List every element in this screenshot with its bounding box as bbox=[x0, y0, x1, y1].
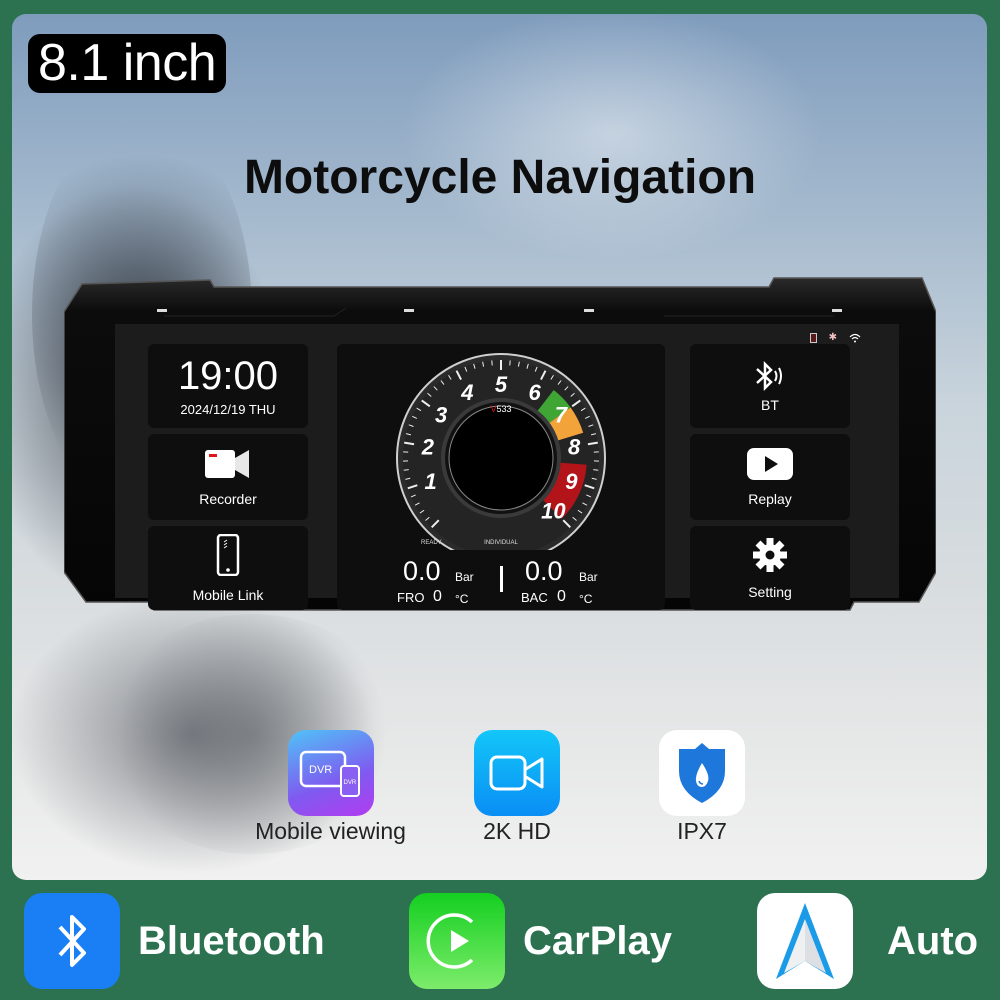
video-camera-icon bbox=[205, 448, 251, 483]
feature-label: IPX7 bbox=[677, 818, 727, 844]
play-icon bbox=[747, 447, 793, 483]
feature-2k-hd: 2K HD bbox=[452, 730, 582, 845]
navigation-device: ✱ 19:00 2024/12/19 THU Recorder Mobile L… bbox=[64, 272, 936, 612]
gauge-number: 4 bbox=[460, 380, 473, 405]
gauge-number: 9 bbox=[565, 469, 578, 494]
smartphone-icon bbox=[216, 533, 240, 579]
gauge-number: 7 bbox=[555, 403, 569, 428]
feature-label: Mobile viewing bbox=[255, 818, 406, 844]
bottom-bluetooth: Bluetooth bbox=[24, 893, 325, 989]
gauge-model-number: 533 bbox=[496, 404, 511, 414]
replay-tile[interactable]: Replay bbox=[690, 434, 850, 520]
gauge-tick bbox=[593, 469, 599, 471]
recorder-label: Recorder bbox=[199, 490, 257, 507]
setting-label: Setting bbox=[748, 583, 792, 600]
back-pressure-value: 0.0 bbox=[525, 556, 563, 586]
gauge-number: 8 bbox=[568, 434, 581, 459]
gauge-number: 10 bbox=[541, 498, 566, 523]
dvr-mobile-icon: DVR DVR bbox=[287, 730, 374, 816]
auto-label: Auto bbox=[887, 918, 979, 963]
back-temp-unit: °C bbox=[579, 592, 593, 606]
replay-label: Replay bbox=[748, 490, 792, 507]
back-pressure-unit: Bar bbox=[579, 570, 598, 584]
front-pressure-unit: Bar bbox=[455, 570, 474, 584]
bluetooth-icon bbox=[753, 360, 787, 395]
tachometer-gauge: 1 234 5 67 8 9 10 V533 READY INDIVIDUAL bbox=[396, 353, 606, 550]
clock-date: 2024/12/19 THU bbox=[180, 401, 276, 417]
carplay-icon bbox=[409, 893, 505, 989]
screen-size-badge: 8.1 inch bbox=[28, 34, 227, 93]
gauge-number: 5 bbox=[495, 372, 508, 397]
video-camera-icon bbox=[474, 730, 560, 816]
readout-divider bbox=[500, 566, 503, 592]
gauge-mode-ready: READY bbox=[421, 540, 442, 546]
bt-label: BT bbox=[761, 396, 779, 413]
gear-icon bbox=[752, 537, 788, 576]
dvr-big-text: DVR bbox=[309, 764, 332, 776]
front-temp-value: 0 bbox=[433, 588, 442, 605]
carplay-label: CarPlay bbox=[523, 918, 672, 963]
setting-tile[interactable]: Setting bbox=[690, 526, 850, 610]
bluetooth-signal-icon: ✱ bbox=[828, 332, 837, 343]
device-screen: ✱ 19:00 2024/12/19 THU Recorder Mobile L… bbox=[115, 324, 899, 610]
gauge-display bbox=[448, 405, 554, 511]
bt-tile[interactable]: BT bbox=[690, 344, 850, 428]
dvr-small-text: DVR bbox=[343, 780, 356, 786]
front-label: FRO bbox=[397, 590, 425, 605]
gauge-number: 1 bbox=[424, 469, 436, 494]
wifi-icon bbox=[849, 328, 861, 347]
dashboard-panel: 1 2 3 4 5 6 7 8 9 10 V533 READY INDIVIDUAL 0.0 Bar F… bbox=[337, 344, 665, 610]
gauge-number: 2 bbox=[421, 434, 435, 459]
front-temp-unit: °C bbox=[455, 592, 469, 606]
feature-label: 2K HD bbox=[483, 818, 551, 844]
recorder-tile[interactable]: Recorder bbox=[148, 434, 308, 520]
gauge-number: 3 bbox=[435, 403, 447, 428]
android-auto-icon bbox=[757, 893, 853, 989]
gauge-model: V533 bbox=[490, 404, 511, 414]
bottom-carplay: CarPlay bbox=[409, 893, 672, 989]
gauge-tick bbox=[403, 469, 409, 471]
gauge-number: 6 bbox=[528, 380, 541, 405]
phone-status-icon bbox=[809, 332, 817, 343]
feature-mobile-viewing: DVR DVR Mobile viewing bbox=[243, 730, 418, 845]
gauge-mode-individual: INDIVIDUAL bbox=[484, 540, 518, 546]
mobile-link-tile[interactable]: Mobile Link bbox=[148, 526, 308, 610]
feature-ipx7: IPX7 bbox=[637, 730, 767, 845]
back-temp-value: 0 bbox=[557, 588, 566, 605]
clock-widget[interactable]: 19:00 2024/12/19 THU bbox=[148, 344, 308, 428]
bluetooth-label: Bluetooth bbox=[138, 918, 325, 963]
clock-time: 19:00 bbox=[177, 353, 279, 398]
tire-pressure-readouts: 0.0 Bar FRO 0 °C 0.0 Bar BAC 0 °C bbox=[337, 556, 665, 607]
page-title: Motorcycle Navigation bbox=[243, 151, 757, 204]
bottom-android-auto: Auto bbox=[757, 893, 978, 989]
waterproof-shield-icon bbox=[659, 730, 745, 816]
mobile-link-label: Mobile Link bbox=[192, 586, 264, 603]
back-label: BAC bbox=[521, 590, 548, 605]
bluetooth-icon bbox=[24, 893, 120, 989]
front-pressure-value: 0.0 bbox=[403, 556, 441, 586]
